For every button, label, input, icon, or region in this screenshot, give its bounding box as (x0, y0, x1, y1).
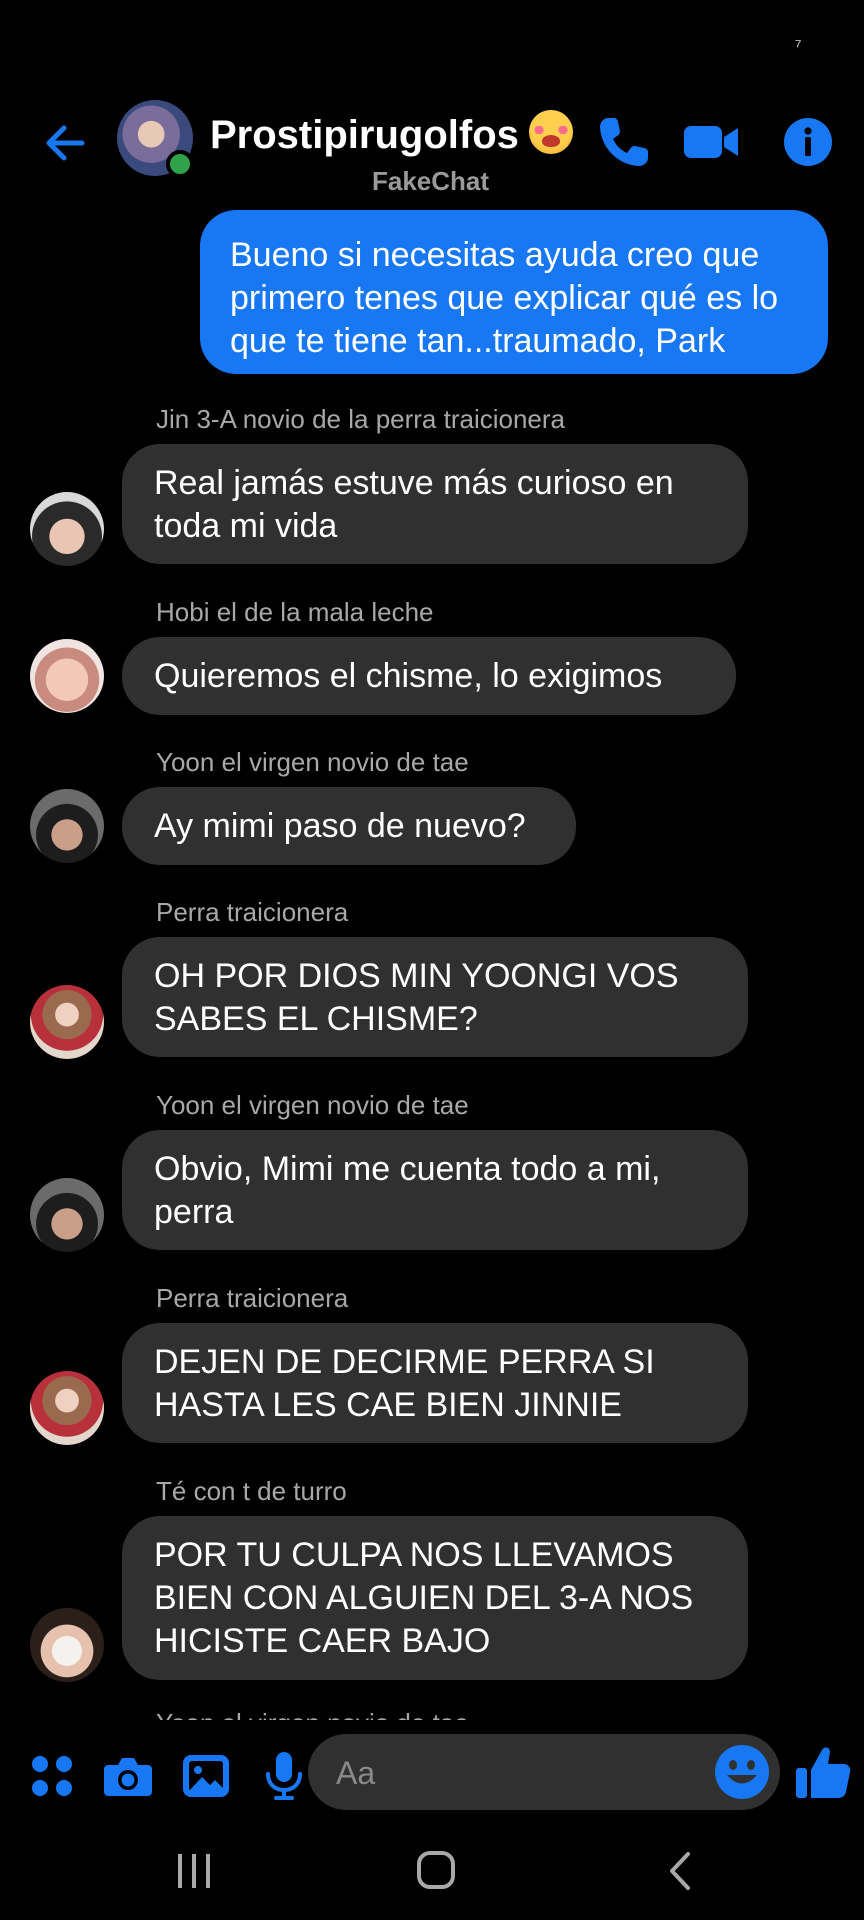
sender-name: Yoon el virgen novio de tae (156, 747, 469, 777)
sender-avatar[interactable] (30, 492, 104, 566)
video-call-icon[interactable] (682, 112, 742, 172)
message-row: Perra traicionera OH POR DIOS MIN YOONGI… (0, 897, 864, 1059)
sender-avatar[interactable] (30, 1608, 104, 1682)
sender-name-partial: Yoon el virgen novio de tae (156, 1708, 469, 1720)
sender-name: Yoon el virgen novio de tae (156, 1090, 469, 1120)
back-icon[interactable] (650, 1846, 710, 1896)
recents-icon[interactable] (164, 1846, 224, 1896)
sender-name: Jin 3-A novio de la perra traicionera (156, 404, 566, 434)
message-bubble[interactable]: Real jamás estuve más curioso en toda mi… (122, 444, 748, 564)
chat-header: Prostipirugolfos FakeChat (0, 96, 864, 206)
info-icon[interactable] (778, 112, 838, 172)
microphone-icon[interactable] (258, 1750, 310, 1802)
message-bubble[interactable]: Obvio, Mimi me cuenta todo a mi, perra (122, 1130, 748, 1250)
message-bubble[interactable]: DEJEN DE DECIRME PERRA SI HASTA LES CAE … (122, 1323, 748, 1443)
message-row: Yoon el virgen novio de tae Obvio, Mimi … (0, 1090, 864, 1252)
message-input-field[interactable] (308, 1734, 780, 1812)
message-bubble[interactable]: Ay mimi paso de nuevo? (122, 787, 576, 865)
back-arrow-icon[interactable] (38, 116, 92, 170)
phone-call-icon[interactable] (594, 112, 654, 172)
message-input[interactable] (334, 1734, 698, 1812)
sender-avatar[interactable] (30, 639, 104, 713)
chat-subtitle: FakeChat (372, 166, 490, 196)
online-status-dot (166, 150, 194, 178)
gallery-icon[interactable] (180, 1750, 232, 1802)
sender-avatar[interactable] (30, 1371, 104, 1445)
sender-avatar[interactable] (30, 1178, 104, 1252)
sender-name: Hobi el de la mala leche (156, 597, 434, 627)
sender-name: Perra traicionera (156, 897, 349, 927)
message-bubble[interactable]: OH POR DIOS MIN YOONGI VOS SABES EL CHIS… (122, 937, 748, 1057)
flushed-emoji-icon (528, 110, 573, 154)
sender-avatar[interactable] (30, 789, 104, 863)
system-navigation-bar (0, 1830, 864, 1920)
sender-avatar[interactable] (30, 985, 104, 1059)
chat-title[interactable]: Prostipirugolfos (210, 110, 573, 158)
message-row: Té con t de turro POR TU CULPA NOS LLEVA… (0, 1476, 864, 1682)
apps-icon[interactable] (26, 1750, 78, 1802)
message-list[interactable]: Bueno si necesitas ayuda creo que primer… (0, 206, 864, 1720)
thumbs-up-icon[interactable] (794, 1744, 852, 1802)
home-icon[interactable] (406, 1846, 466, 1896)
status-indicator: ⁷ (795, 36, 802, 56)
message-bubble[interactable]: POR TU CULPA NOS LLEVAMOS BIEN CON ALGUI… (122, 1516, 748, 1680)
message-bubble[interactable]: Quieremos el chisme, lo exigimos (122, 637, 736, 715)
message-row: Perra traicionera DEJEN DE DECIRME PERRA… (0, 1283, 864, 1445)
message-row: Hobi el de la mala leche Quieremos el ch… (0, 597, 864, 715)
message-row: Yoon el virgen novio de tae Ay mimi paso… (0, 747, 864, 865)
message-row: Jin 3-A novio de la perra traicionera Re… (0, 404, 864, 566)
message-composer (0, 1720, 864, 1830)
sent-message-bubble[interactable]: Bueno si necesitas ayuda creo que primer… (200, 210, 828, 374)
sender-name: Té con t de turro (156, 1476, 347, 1506)
camera-icon[interactable] (102, 1750, 154, 1802)
emoji-icon[interactable] (712, 1742, 772, 1802)
sender-name: Perra traicionera (156, 1283, 349, 1313)
chat-title-text: Prostipirugolfos (210, 113, 519, 157)
